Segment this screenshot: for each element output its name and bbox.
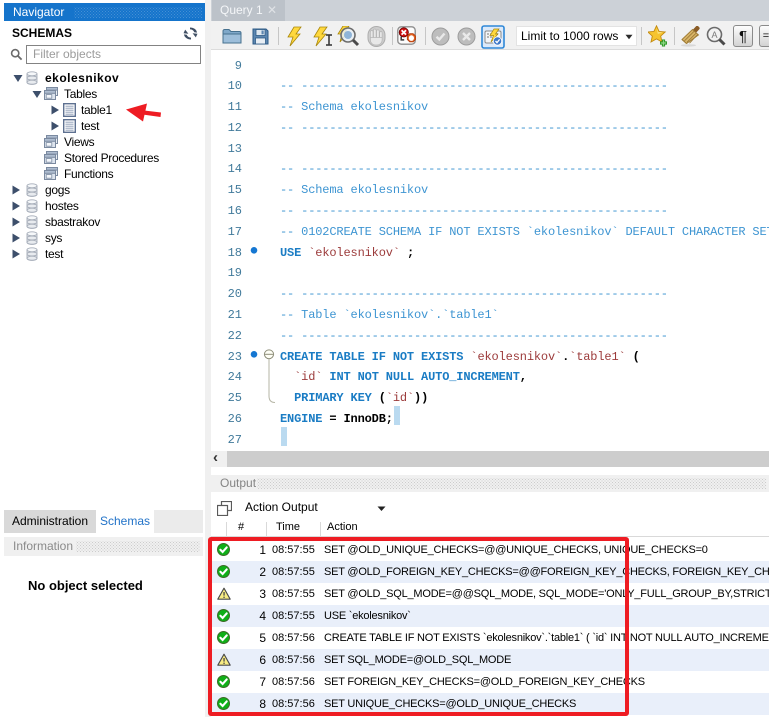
svg-text:A: A bbox=[711, 30, 717, 40]
